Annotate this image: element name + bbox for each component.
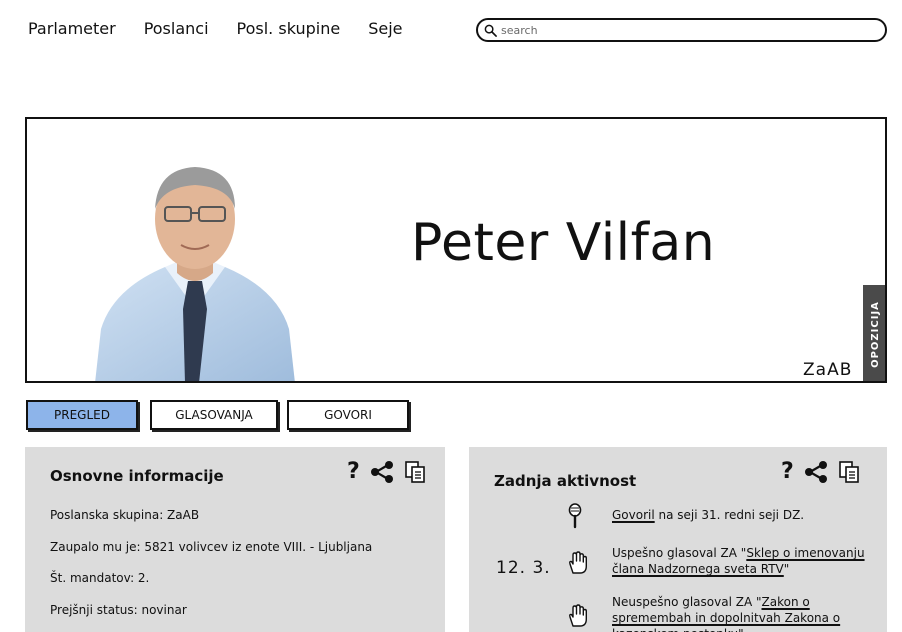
info-previous-status: Prejšnji status: novinar xyxy=(50,603,187,617)
activity-item: Neuspešno glasoval ZA "Zakon o sprememba… xyxy=(612,594,872,632)
opposition-badge: OPOZICIJA xyxy=(863,285,885,381)
nav-item-seje[interactable]: Seje xyxy=(368,19,402,38)
activity-item-suffix: " xyxy=(783,562,790,576)
activity-item-prefix: Neuspešno glasoval ZA " xyxy=(612,595,762,609)
activity-link-speech[interactable]: Govoril xyxy=(612,508,655,522)
info-mandates: Št. mandatov: 2. xyxy=(50,571,150,585)
hand-vote-icon xyxy=(569,604,587,627)
nav-item-posl-skupine[interactable]: Posl. skupine xyxy=(237,19,341,38)
activity-date: 12. 3. xyxy=(496,558,551,578)
opposition-badge-label: OPOZICIJA xyxy=(869,300,881,368)
nav-item-poslanci[interactable]: Poslanci xyxy=(144,19,209,38)
microphone-icon xyxy=(568,503,582,529)
info-party: Poslanska skupina: ZaAB xyxy=(50,508,200,522)
help-icon[interactable]: ? xyxy=(781,461,794,483)
recent-activity-title: Zadnja aktivnost xyxy=(494,472,637,490)
party-label[interactable]: ZaAB xyxy=(803,360,852,380)
search-bar[interactable] xyxy=(476,18,887,42)
basic-info-tools: ? xyxy=(347,460,436,484)
share-icon[interactable] xyxy=(804,460,828,484)
activity-item: Govoril na seji 31. redni seji DZ. xyxy=(612,507,872,523)
member-name: Peter Vilfan xyxy=(411,213,716,273)
activity-item-prefix: Uspešno glasoval ZA " xyxy=(612,546,747,560)
info-voters: Zaupalo mu je: 5821 volivcev iz enote VI… xyxy=(50,540,373,554)
nav-item-parlameter[interactable]: Parlameter xyxy=(28,19,116,38)
activity-item: Uspešno glasoval ZA "Sklep o imenovanju … xyxy=(612,545,872,577)
top-nav: Parlameter Poslanci Posl. skupine Seje xyxy=(28,19,430,38)
tab-glasovanja[interactable]: GLASOVANJA xyxy=(150,400,278,430)
search-icon xyxy=(484,24,497,37)
copy-icon[interactable] xyxy=(838,460,860,484)
tab-pregled[interactable]: PREGLED xyxy=(26,400,138,430)
search-input[interactable] xyxy=(501,23,881,37)
profile-header: Peter Vilfan ZaAB OPOZICIJA xyxy=(25,117,887,383)
activity-item-text: na seji 31. redni seji DZ. xyxy=(654,508,805,522)
recent-activity-tools: ? xyxy=(781,460,870,484)
tab-govori[interactable]: GOVORI xyxy=(287,400,409,430)
copy-icon[interactable] xyxy=(404,460,426,484)
recent-activity-panel: Zadnja aktivnost ? 12. 3. Govoril na sej… xyxy=(469,447,887,632)
portrait-photo xyxy=(95,167,295,381)
basic-info-panel: Osnovne informacije ? Poslanska skupina:… xyxy=(25,447,445,632)
basic-info-title: Osnovne informacije xyxy=(50,467,224,485)
activity-item-suffix: " xyxy=(738,627,744,632)
share-icon[interactable] xyxy=(370,460,394,484)
hand-vote-icon xyxy=(569,551,587,574)
help-icon[interactable]: ? xyxy=(347,461,360,483)
